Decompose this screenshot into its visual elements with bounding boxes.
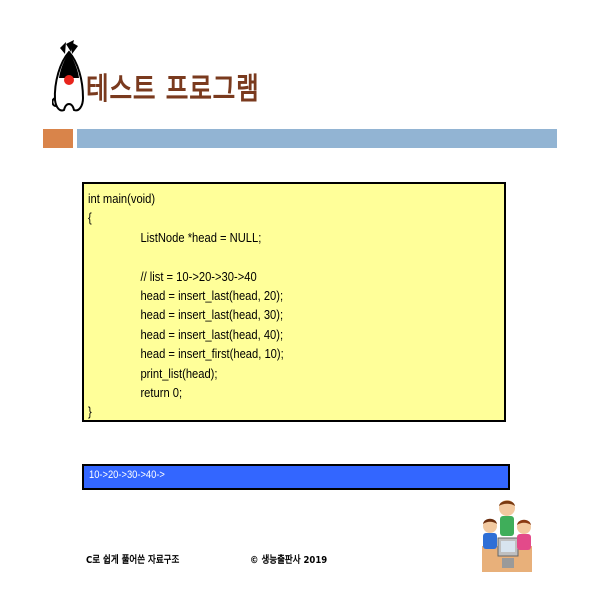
kids-at-computer-icon bbox=[482, 500, 532, 572]
output-text: 10->20->30->40-> bbox=[89, 469, 165, 481]
code-line: int main(void) bbox=[88, 191, 156, 206]
title-accent-bar bbox=[43, 129, 73, 148]
code-line: print_list(head); bbox=[140, 365, 218, 381]
footer-copyright: © 생능출판사 2019 bbox=[250, 555, 328, 566]
code-line: // list = 10->20->30->40 bbox=[140, 268, 257, 284]
footer-book-title: C로 쉽게 풀어쓴 자료구조 bbox=[86, 555, 180, 566]
code-line: { bbox=[88, 210, 92, 226]
title-divider-bar bbox=[77, 129, 557, 148]
code-line: } bbox=[88, 404, 92, 420]
code-listing: int main(void) { ListNode *head = NULL; … bbox=[82, 182, 506, 422]
program-output: 10->20->30->40-> bbox=[82, 464, 510, 490]
code-line: head = insert_last(head, 20); bbox=[140, 287, 284, 303]
code-line: head = insert_last(head, 30); bbox=[140, 307, 284, 323]
code-line: return 0; bbox=[140, 384, 183, 400]
code-line: head = insert_first(head, 10); bbox=[140, 346, 284, 362]
code-line: ListNode *head = NULL; bbox=[140, 229, 262, 245]
page-title: 테스트 프로그램 bbox=[86, 72, 260, 107]
code-line: head = insert_last(head, 40); bbox=[140, 326, 284, 342]
duke-mascot-icon bbox=[52, 40, 85, 112]
